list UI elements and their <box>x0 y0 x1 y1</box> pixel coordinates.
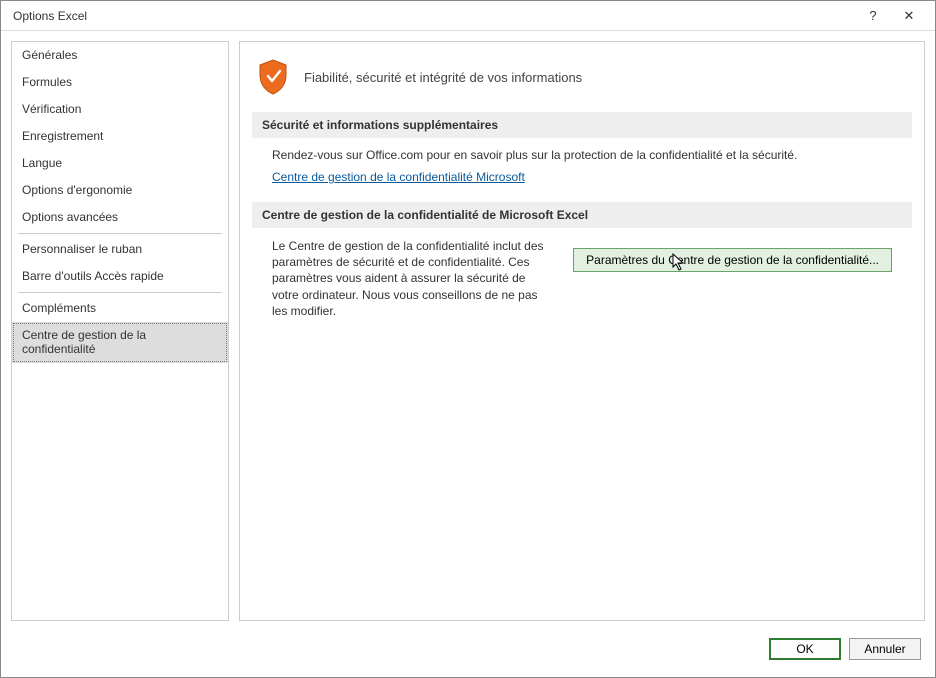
ok-button[interactable]: OK <box>769 638 841 660</box>
sidebar-item-proofing[interactable]: Vérification <box>12 96 228 123</box>
sidebar-item-accessibility[interactable]: Options d'ergonomie <box>12 177 228 204</box>
sidebar-item-advanced[interactable]: Options avancées <box>12 204 228 231</box>
cancel-button[interactable]: Annuler <box>849 638 921 660</box>
sidebar-item-language[interactable]: Langue <box>12 150 228 177</box>
section-body-security: Rendez-vous sur Office.com pour en savoi… <box>252 148 912 202</box>
section-body-trust-center: Le Centre de gestion de la confidentiali… <box>252 238 912 337</box>
ms-privacy-link[interactable]: Centre de gestion de la confidentialité … <box>272 170 525 184</box>
sidebar-divider <box>18 233 222 234</box>
sidebar-item-addins[interactable]: Compléments <box>12 295 228 322</box>
close-button[interactable]: ✕ <box>891 2 927 30</box>
window-title: Options Excel <box>13 9 855 23</box>
trust-center-settings-button[interactable]: Paramètres du Centre de gestion de la co… <box>573 248 892 272</box>
sidebar-item-formulas[interactable]: Formules <box>12 69 228 96</box>
footer: OK Annuler <box>1 631 935 667</box>
sidebar-item-general[interactable]: Générales <box>12 42 228 69</box>
section-header-security: Sécurité et informations supplémentaires <box>252 112 912 138</box>
sidebar-item-save[interactable]: Enregistrement <box>12 123 228 150</box>
trust-center-settings-label: Paramètres du Centre de gestion de la co… <box>586 253 879 267</box>
titlebar: Options Excel ? ✕ <box>1 1 935 31</box>
sidebar-divider <box>18 292 222 293</box>
section-header-trust-center: Centre de gestion de la confidentialité … <box>252 202 912 228</box>
help-button[interactable]: ? <box>855 2 891 30</box>
security-info-text: Rendez-vous sur Office.com pour en savoi… <box>272 148 892 162</box>
trust-center-description: Le Centre de gestion de la confidentiali… <box>272 238 553 319</box>
sidebar-item-trust-center[interactable]: Centre de gestion de la confidentialité <box>12 322 228 363</box>
sidebar-item-customize-ribbon[interactable]: Personnaliser le ruban <box>12 236 228 263</box>
content-panel: Fiabilité, sécurité et intégrité de vos … <box>239 41 925 621</box>
hero: Fiabilité, sécurité et intégrité de vos … <box>252 52 912 112</box>
shield-icon <box>256 58 290 96</box>
sidebar: Générales Formules Vérification Enregist… <box>11 41 229 621</box>
sidebar-item-quick-access[interactable]: Barre d'outils Accès rapide <box>12 263 228 290</box>
hero-title: Fiabilité, sécurité et intégrité de vos … <box>304 70 582 85</box>
